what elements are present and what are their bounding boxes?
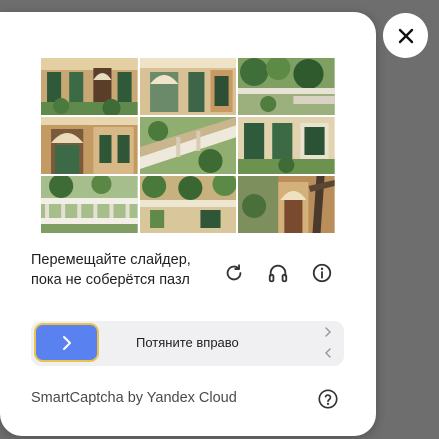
puzzle-tile (41, 117, 138, 174)
puzzle-tile (41, 176, 138, 233)
headphones-icon (268, 264, 288, 283)
puzzle-tile (139, 58, 237, 115)
puzzle-tile (139, 176, 237, 233)
audio-button[interactable] (265, 260, 291, 286)
brand-label: SmartCaptcha by Yandex Cloud (31, 390, 237, 406)
puzzle-tile (238, 117, 335, 174)
refresh-icon (226, 264, 242, 281)
help-button[interactable] (316, 387, 340, 411)
instruction-text: Перемещайте слайдер, пока не соберётся п… (31, 250, 231, 290)
puzzle-tile (238, 58, 335, 115)
chevron-left-hint-icon (324, 348, 331, 358)
captcha-dialog: Перемещайте слайдер, пока не соберётся п… (0, 12, 376, 436)
info-icon (312, 263, 332, 283)
refresh-button[interactable] (221, 260, 247, 286)
slider-handle[interactable] (34, 323, 99, 362)
chevron-right-icon (62, 335, 71, 350)
puzzle-tile (238, 176, 335, 233)
instruction-line-1: Перемещайте слайдер, (31, 252, 191, 268)
puzzle-tile (139, 117, 237, 174)
chevron-right-hint-icon (325, 327, 332, 337)
slider-track[interactable]: Потяните вправо (31, 321, 344, 366)
puzzle-image-grid (41, 58, 335, 233)
question-icon (318, 389, 338, 409)
close-icon (398, 28, 413, 43)
info-button[interactable] (309, 260, 335, 286)
slider-label: Потяните вправо (136, 335, 239, 350)
instruction-line-2: пока не соберётся пазл (31, 272, 190, 288)
close-button[interactable] (383, 13, 428, 58)
puzzle-tile (41, 58, 138, 115)
